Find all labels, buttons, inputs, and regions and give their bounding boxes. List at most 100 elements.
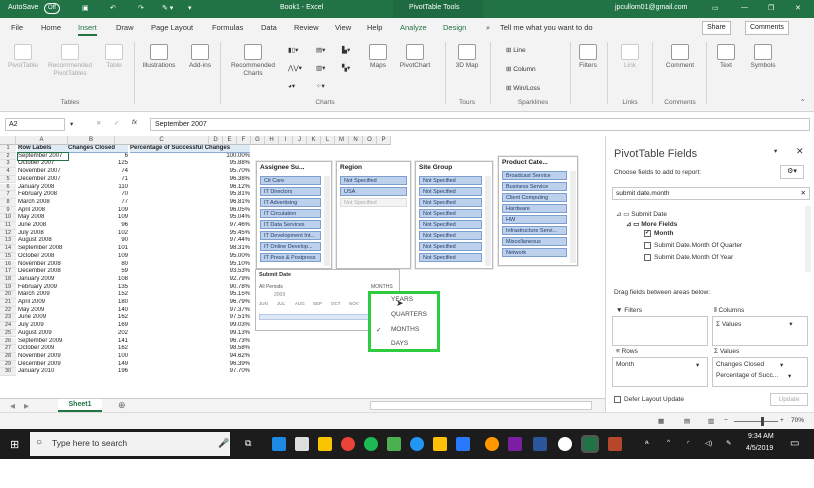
slicer-item[interactable]: Not Specified [340, 198, 407, 207]
tree-submit-date[interactable]: ⊿ ▭ Submit Date [616, 210, 667, 218]
timeline-month[interactable]: OCT [331, 301, 341, 306]
horizontal-scrollbar[interactable] [370, 401, 592, 410]
pivot-cell[interactable]: 90 [68, 237, 128, 245]
sheet-tab-sheet1[interactable]: Sheet1 [58, 399, 102, 412]
pivot-cell[interactable]: 95.00% [130, 253, 250, 261]
slicer-item[interactable]: Not Specified [419, 231, 482, 240]
column-header[interactable]: C [115, 136, 209, 145]
addins-button[interactable]: Add-ins [186, 44, 214, 70]
pivot-cell[interactable]: 95.45% [130, 230, 250, 238]
pivot-header-cell[interactable]: Changes Closed [68, 145, 128, 153]
tab-home[interactable]: Home [41, 23, 61, 32]
microphone-icon[interactable]: 🎤 [218, 438, 229, 449]
comments-button[interactable]: Comments [745, 21, 789, 35]
pivot-cell[interactable]: 169 [68, 322, 128, 330]
pivot-cell[interactable]: November 2007 [18, 168, 68, 176]
pivot-cell[interactable]: November 2008 [18, 261, 68, 269]
defer-layout-update[interactable]: Defer Layout Update [614, 396, 684, 403]
recommended-charts-button[interactable]: Recommended Charts [226, 44, 280, 78]
app-icon[interactable] [508, 437, 522, 451]
word-icon[interactable] [533, 437, 547, 451]
update-button[interactable]: Update [770, 393, 808, 406]
pivot-cell[interactable]: 97.44% [130, 237, 250, 245]
row-number[interactable]: 26 [0, 337, 16, 346]
pivot-cell[interactable]: January 2010 [18, 368, 68, 376]
slicer-assignee[interactable]: Assignee Su... Cit Care IT Directors IT Ad… [256, 161, 332, 269]
pivot-cell[interactable]: 152 [68, 291, 128, 299]
pivot-cell[interactable]: 101 [68, 245, 128, 253]
pivot-cell[interactable]: 93.53% [130, 268, 250, 276]
pivot-cell[interactable]: 102 [68, 230, 128, 238]
combo-chart-icon[interactable]: ▚▾ [342, 64, 350, 72]
pane-options-icon[interactable]: ▾ [774, 147, 777, 155]
slicer-item[interactable]: Not Specified [419, 187, 482, 196]
pivot-cell[interactable]: July 2009 [18, 322, 68, 330]
slicer-item[interactable]: IT Data Services [260, 220, 321, 229]
pivotchart-button[interactable]: PivotChart [396, 44, 434, 70]
filters-area[interactable] [612, 316, 708, 346]
pivot-cell[interactable]: 97.70% [130, 368, 250, 376]
values-percentage-field[interactable]: Percentage of Succ... ▾ [716, 372, 791, 380]
slicer-item[interactable]: Not Specified [340, 176, 407, 185]
row-number[interactable]: 23 [0, 314, 16, 323]
pie-chart-icon[interactable]: ◕▾ [288, 82, 295, 90]
pane-close-icon[interactable]: ✕ [796, 146, 804, 157]
tab-view[interactable]: View [335, 23, 351, 32]
slicer-item[interactable]: IT Development Int... [260, 231, 321, 240]
slicer-item[interactable]: IT Press & Postpress [260, 253, 321, 262]
notifications-icon[interactable]: ▭ [790, 438, 799, 449]
pivot-cell[interactable]: 141 [68, 338, 128, 346]
pivot-cell[interactable]: 77 [68, 199, 128, 207]
slicer-item[interactable]: Broadcast Service [502, 171, 567, 180]
taskbar-search-box[interactable]: ○ Type here to search 🎤 [30, 432, 230, 456]
timeline-level-selector[interactable]: MONTHS [371, 284, 393, 290]
windows-start-icon[interactable]: ⊞ [10, 438, 19, 451]
autosave-toggle[interactable]: Off [44, 3, 60, 14]
pivot-cell[interactable]: August 2008 [18, 237, 68, 245]
hierarchy-chart-icon[interactable]: ▤▾ [316, 46, 325, 54]
pivot-cell[interactable]: 99.03% [130, 322, 250, 330]
option-months[interactable]: MONTHS [391, 326, 419, 333]
option-days[interactable]: DAYS [391, 340, 408, 347]
statistic-chart-icon[interactable]: ▥▾ [316, 64, 325, 72]
values-area[interactable]: Changes Closed ▾ Percentage of Succ... ▾ [712, 357, 808, 387]
pivot-cell[interactable]: 92.79% [130, 276, 250, 284]
pivot-cell[interactable]: February 2008 [18, 191, 68, 199]
pivot-cell[interactable]: 6 [68, 153, 128, 161]
pivot-cell[interactable]: 74 [68, 168, 128, 176]
slicer-item[interactable]: HW [502, 215, 567, 224]
tab-formulas[interactable]: Formulas [212, 23, 243, 32]
pivot-cell[interactable]: July 2008 [18, 230, 68, 238]
redo-icon[interactable]: ↷ [138, 4, 144, 12]
pivot-cell[interactable]: 71 [68, 176, 128, 184]
pivot-header-cell[interactable]: Row Labels [18, 145, 68, 153]
user-account[interactable]: jpcullom01@gmail.com [615, 4, 687, 11]
row-number[interactable]: 18 [0, 275, 16, 284]
row-number[interactable]: 25 [0, 329, 16, 338]
tab-design[interactable]: Design [443, 23, 466, 32]
pivot-cell[interactable]: 96.73% [130, 338, 250, 346]
pivot-cell[interactable]: 109 [68, 253, 128, 261]
pivot-cell[interactable]: 96.79% [130, 299, 250, 307]
pivot-cell[interactable]: 94.62% [130, 353, 250, 361]
app-icon[interactable] [485, 437, 499, 451]
pivot-cell[interactable]: October 2008 [18, 253, 68, 261]
row-number[interactable]: 5 [0, 175, 16, 184]
app-icon[interactable] [410, 437, 424, 451]
slicer-item[interactable]: Network [502, 248, 567, 257]
row-number[interactable]: 14 [0, 245, 16, 253]
slicer-scrollbar[interactable] [485, 176, 491, 266]
filters-button[interactable]: Filters [574, 44, 602, 70]
row-number[interactable]: 21 [0, 299, 16, 307]
slicer-item[interactable]: Cit Care [260, 176, 321, 185]
chrome-icon[interactable] [341, 437, 355, 451]
row-number[interactable]: 22 [0, 306, 16, 315]
mail-icon[interactable] [295, 437, 309, 451]
app-icon[interactable] [387, 437, 401, 451]
pivot-cell[interactable]: June 2009 [18, 314, 68, 322]
pivot-cell[interactable]: October 2009 [18, 345, 68, 353]
column-header[interactable]: K [307, 136, 321, 145]
maps-button[interactable]: Maps [364, 44, 392, 70]
slicer-region[interactable]: Region Not Specified USA Not Specified [336, 161, 411, 269]
timeline-month[interactable]: JUL [277, 301, 285, 306]
